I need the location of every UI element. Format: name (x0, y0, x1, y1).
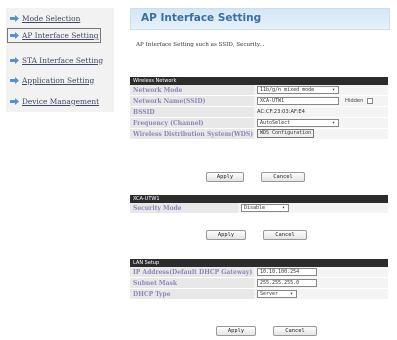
row-value: 11b/g/n mixed mode ▾ (254, 85, 388, 95)
page-title-bar: AP Interface Setting (130, 8, 390, 30)
dropdown-arrow-icon: ▾ (331, 119, 335, 126)
row-label: Network Mode (130, 85, 254, 95)
row-label: Security Mode (130, 203, 238, 213)
arrow-bullet-icon (10, 76, 19, 84)
ssid-input[interactable]: XCA-UTW1 (257, 96, 339, 105)
lan-setup-section: LAN Setup IP Address(Default DHCP Gatewa… (130, 259, 388, 300)
frequency-channel-select[interactable]: AutoSelect ▾ (257, 118, 339, 127)
row-label: IP Address(Default DHCP Gateway) (130, 267, 254, 277)
sidebar-item-sta-interface-setting[interactable]: STA Interface Setting (10, 54, 103, 66)
lan-apply-button[interactable]: Apply (216, 326, 256, 336)
security-cancel-button[interactable]: Cancel (263, 230, 307, 240)
select-value: AutoSelect (260, 119, 291, 126)
row-value: 255.255.255.0 (254, 278, 388, 288)
sidebar-item-application-setting[interactable]: Application Setting (10, 74, 94, 86)
table-row: BSSID AC:CF:23:03:AF:E4 (130, 107, 388, 118)
wireless-network-section: Wireless Network Network Mode 11b/g/n mi… (130, 77, 388, 140)
sidebar-item-ap-interface-setting[interactable]: AP Interface Setting (6, 28, 102, 43)
row-label: Frequency (Channel) (130, 118, 254, 128)
row-label: BSSID (130, 107, 254, 117)
wireless-apply-button[interactable]: Apply (206, 172, 244, 182)
arrow-bullet-icon (10, 56, 19, 64)
table-row: Network Mode 11b/g/n mixed mode ▾ (130, 85, 388, 96)
row-value: 10.10.100.254 (254, 267, 388, 277)
hidden-ssid-checkbox[interactable] (367, 97, 374, 104)
table-row: Security Mode Disable ▾ (130, 203, 388, 214)
section-header: LAN Setup (130, 259, 388, 267)
section-header: XCA-UTW1 (130, 195, 388, 203)
row-label: Subnet Mask (130, 278, 254, 288)
table-row: IP Address(Default DHCP Gateway) 10.10.1… (130, 267, 388, 278)
bssid-value: AC:CF:23:03:AF:E4 (254, 107, 388, 117)
sidebar-item-mode-selection[interactable]: Mode Selection (10, 12, 80, 24)
page-description: AP Interface Setting such as SSID, Secur… (136, 42, 265, 48)
sidebar-item-label: Mode Selection (22, 13, 81, 23)
network-mode-select[interactable]: 11b/g/n mixed mode ▾ (257, 85, 339, 94)
sidebar-item-device-management[interactable]: Device Management (10, 95, 99, 107)
dhcp-type-select[interactable]: Server ▾ (257, 289, 297, 298)
ip-address-input[interactable]: 10.10.100.254 (257, 267, 317, 276)
arrow-bullet-icon (10, 32, 19, 39)
sidebar-item-label: Device Management (22, 96, 100, 106)
table-row: Wireless Distribution System(WDS) WDS Co… (130, 129, 388, 140)
page-title: AP Interface Setting (141, 12, 262, 24)
dropdown-arrow-icon: ▾ (289, 290, 293, 297)
subnet-mask-input[interactable]: 255.255.255.0 (257, 278, 317, 287)
row-value: XCA-UTW1 Hidden (254, 96, 388, 106)
table-row: Subnet Mask 255.255.255.0 (130, 278, 388, 289)
dropdown-arrow-icon: ▾ (331, 86, 335, 93)
row-value: WDS Configuration (254, 129, 388, 139)
sidebar-item-label: AP Interface Setting (22, 31, 99, 40)
wireless-cancel-button[interactable]: Cancel (261, 172, 305, 182)
dropdown-arrow-icon: ▾ (281, 204, 285, 211)
select-value: Server (260, 290, 279, 297)
row-label: Network Name(SSID) (130, 96, 254, 106)
sidebar-item-label: STA Interface Setting (22, 55, 104, 65)
select-value: Disable (244, 204, 266, 211)
row-label: Wireless Distribution System(WDS) (130, 129, 254, 139)
sidebar: Mode Selection AP Interface Setting STA … (6, 8, 114, 112)
arrow-bullet-icon (10, 97, 19, 105)
sidebar-item-label: Application Setting (22, 75, 95, 85)
arrow-bullet-icon (10, 14, 19, 22)
wds-configuration-button[interactable]: WDS Configuration (257, 129, 315, 138)
table-row: Frequency (Channel) AutoSelect ▾ (130, 118, 388, 129)
security-mode-select[interactable]: Disable ▾ (241, 203, 289, 212)
lan-cancel-button[interactable]: Cancel (273, 326, 317, 336)
hidden-ssid-option: Hidden (345, 96, 374, 107)
table-row: DHCP Type Server ▾ (130, 289, 388, 300)
hidden-label: Hidden (345, 98, 364, 104)
row-value: Server ▾ (254, 289, 388, 299)
table-row: Network Name(SSID) XCA-UTW1 Hidden (130, 96, 388, 107)
row-value: AutoSelect ▾ (254, 118, 388, 128)
row-value: Disable ▾ (238, 203, 388, 213)
section-header: Wireless Network (130, 77, 388, 85)
row-label: DHCP Type (130, 289, 254, 299)
select-value: 11b/g/n mixed mode (260, 86, 315, 93)
security-section: XCA-UTW1 Security Mode Disable ▾ (130, 195, 388, 214)
security-apply-button[interactable]: Apply (206, 230, 246, 240)
